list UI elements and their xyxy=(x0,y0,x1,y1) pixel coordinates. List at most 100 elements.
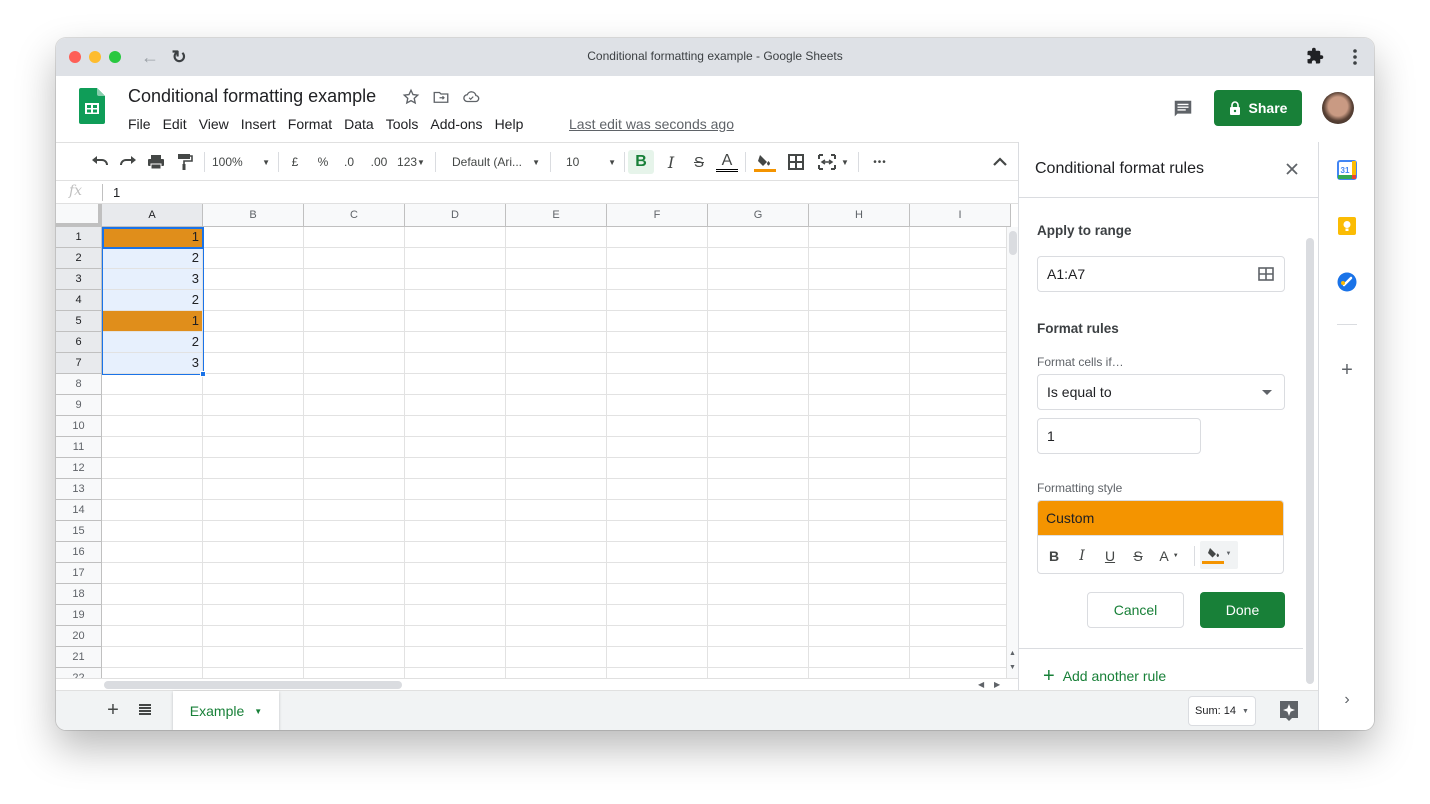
extensions-puzzle-icon[interactable] xyxy=(1306,47,1324,65)
menu-addons[interactable]: Add-ons xyxy=(430,116,482,132)
cell-i11[interactable] xyxy=(910,437,1011,458)
calendar-icon[interactable]: 31 xyxy=(1337,160,1357,180)
cell-g8[interactable] xyxy=(708,374,809,395)
cell-i5[interactable] xyxy=(910,311,1011,332)
cell-g16[interactable] xyxy=(708,542,809,563)
condition-value-input[interactable]: 1 xyxy=(1037,418,1201,454)
cell-a13[interactable] xyxy=(102,479,203,500)
cell-d14[interactable] xyxy=(405,500,506,521)
cell-d22[interactable] xyxy=(405,668,506,678)
cell-c15[interactable] xyxy=(304,521,405,542)
close-panel-icon[interactable] xyxy=(1283,160,1301,178)
cell-h21[interactable] xyxy=(809,647,910,668)
cell-b2[interactable] xyxy=(203,248,304,269)
cell-f12[interactable] xyxy=(607,458,708,479)
scroll-right-arrow-icon[interactable]: ▶ xyxy=(994,680,1000,689)
cell-b19[interactable] xyxy=(203,605,304,626)
collapse-toolbar-chevron-up-icon[interactable] xyxy=(990,150,1010,174)
cell-c12[interactable] xyxy=(304,458,405,479)
cell-g12[interactable] xyxy=(708,458,809,479)
cell-e18[interactable] xyxy=(506,584,607,605)
cell-c4[interactable] xyxy=(304,290,405,311)
column-header-g[interactable]: G xyxy=(708,204,809,227)
cell-f2[interactable] xyxy=(607,248,708,269)
cell-a3[interactable]: 3 xyxy=(102,269,203,290)
cell-c3[interactable] xyxy=(304,269,405,290)
cell-d12[interactable] xyxy=(405,458,506,479)
menu-file[interactable]: File xyxy=(128,116,151,132)
cell-h13[interactable] xyxy=(809,479,910,500)
cell-g17[interactable] xyxy=(708,563,809,584)
more-formats-button[interactable]: 123 ▼ xyxy=(394,150,428,174)
cell-f10[interactable] xyxy=(607,416,708,437)
cell-f9[interactable] xyxy=(607,395,708,416)
row-header-6[interactable]: 6 xyxy=(56,332,102,353)
vertical-scrollbar[interactable]: ▲ ▼ xyxy=(1006,227,1018,678)
column-header-b[interactable]: B xyxy=(203,204,304,227)
cell-d11[interactable] xyxy=(405,437,506,458)
cell-a12[interactable] xyxy=(102,458,203,479)
strikethrough-button[interactable]: S xyxy=(688,150,710,174)
browser-menu-kebab-icon[interactable] xyxy=(1346,47,1364,67)
row-header-9[interactable]: 9 xyxy=(56,395,102,416)
cell-c7[interactable] xyxy=(304,353,405,374)
cell-h4[interactable] xyxy=(809,290,910,311)
cell-d17[interactable] xyxy=(405,563,506,584)
cell-c13[interactable] xyxy=(304,479,405,500)
user-avatar[interactable] xyxy=(1322,92,1354,124)
cell-d21[interactable] xyxy=(405,647,506,668)
cell-a11[interactable] xyxy=(102,437,203,458)
column-header-e[interactable]: E xyxy=(506,204,607,227)
cell-c8[interactable] xyxy=(304,374,405,395)
cell-a19[interactable] xyxy=(102,605,203,626)
cell-f14[interactable] xyxy=(607,500,708,521)
cell-b15[interactable] xyxy=(203,521,304,542)
zoom-select[interactable]: 100% ▼ xyxy=(212,150,270,174)
cell-a4[interactable]: 2 xyxy=(102,290,203,311)
cell-i19[interactable] xyxy=(910,605,1011,626)
spreadsheet-grid[interactable]: A B C D E F G H I 1 1 2 2 3 3 4 2 5 1 6 2 7 3 8 9 10 11 12 13 14 15 16 1… xyxy=(56,204,1018,678)
add-sheet-plus-icon[interactable]: + xyxy=(102,699,124,721)
cell-f5[interactable] xyxy=(607,311,708,332)
row-header-5[interactable]: 5 xyxy=(56,311,102,332)
cell-b11[interactable] xyxy=(203,437,304,458)
cell-f19[interactable] xyxy=(607,605,708,626)
cell-c19[interactable] xyxy=(304,605,405,626)
cell-h17[interactable] xyxy=(809,563,910,584)
row-header-21[interactable]: 21 xyxy=(56,647,102,668)
cell-i12[interactable] xyxy=(910,458,1011,479)
cell-a16[interactable] xyxy=(102,542,203,563)
style-preset-dropdown[interactable]: Custom xyxy=(1038,501,1283,535)
cell-d1[interactable] xyxy=(405,227,506,248)
cell-b18[interactable] xyxy=(203,584,304,605)
cell-a20[interactable] xyxy=(102,626,203,647)
cell-d4[interactable] xyxy=(405,290,506,311)
cell-g4[interactable] xyxy=(708,290,809,311)
cell-e19[interactable] xyxy=(506,605,607,626)
horizontal-scroll-thumb[interactable] xyxy=(104,681,402,689)
row-header-18[interactable]: 18 xyxy=(56,584,102,605)
cell-e22[interactable] xyxy=(506,668,607,678)
cell-c2[interactable] xyxy=(304,248,405,269)
cell-g15[interactable] xyxy=(708,521,809,542)
row-header-10[interactable]: 10 xyxy=(56,416,102,437)
cell-i1[interactable] xyxy=(910,227,1011,248)
cell-g3[interactable] xyxy=(708,269,809,290)
tasks-icon[interactable] xyxy=(1337,272,1357,292)
sum-dropdown[interactable]: Sum: 14 ▼ xyxy=(1188,696,1256,726)
formula-input[interactable]: 1 xyxy=(113,185,120,200)
style-fill-color-button[interactable]: ▼ xyxy=(1200,541,1238,569)
sheets-logo-icon[interactable] xyxy=(79,88,105,124)
cell-g5[interactable] xyxy=(708,311,809,332)
cell-b8[interactable] xyxy=(203,374,304,395)
style-italic-button[interactable]: I xyxy=(1074,546,1090,566)
cancel-button[interactable]: Cancel xyxy=(1087,592,1184,628)
cell-i17[interactable] xyxy=(910,563,1011,584)
cell-g9[interactable] xyxy=(708,395,809,416)
row-header-13[interactable]: 13 xyxy=(56,479,102,500)
cell-c14[interactable] xyxy=(304,500,405,521)
cell-e11[interactable] xyxy=(506,437,607,458)
cell-h9[interactable] xyxy=(809,395,910,416)
scroll-left-arrow-icon[interactable]: ◀ xyxy=(978,680,984,689)
cell-i9[interactable] xyxy=(910,395,1011,416)
